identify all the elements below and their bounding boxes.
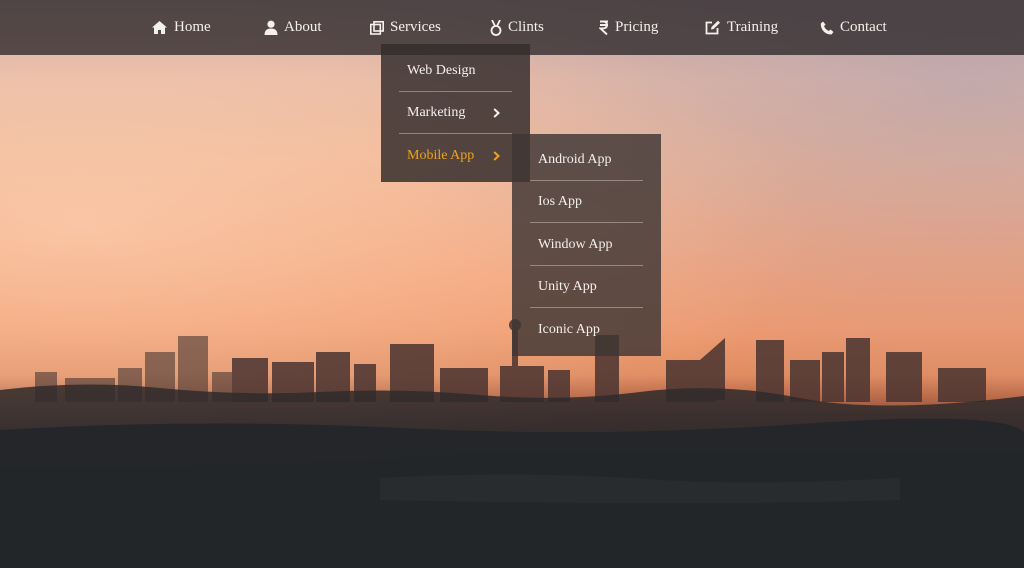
submenu-item-label: Android App [538, 151, 612, 167]
submenu-item-label: Iconic App [538, 322, 600, 337]
nav-label-training: Training [727, 19, 779, 35]
dropdown-item-label: Marketing [407, 104, 466, 120]
home-icon [152, 21, 167, 34]
chevron-right-icon [493, 107, 500, 118]
nav-item-about[interactable]: About [264, 0, 322, 55]
nav-label-about: About [284, 19, 322, 35]
nav-label-services: Services [390, 19, 441, 35]
dropdown-item-marketing[interactable]: Marketing [399, 92, 512, 134]
submenu-item-label: Unity App [538, 278, 597, 294]
submenu-item-label: Ios App [538, 193, 582, 209]
phone-icon [820, 21, 834, 34]
submenu-item-iconic-app[interactable]: Iconic App [530, 309, 643, 351]
chevron-right-icon [493, 151, 500, 161]
nav-label-contact: Contact [840, 19, 887, 35]
services-dropdown: Web Design Marketing Mobile App [381, 44, 530, 182]
clone-icon [370, 20, 384, 35]
nav-item-training[interactable]: Training [705, 0, 778, 55]
dropdown-item-label: Web Design [407, 62, 476, 78]
nav-item-pricing[interactable]: Pricing [599, 0, 658, 55]
dropdown-item-mobile-app[interactable]: Mobile App [399, 135, 512, 177]
nav-label-pricing: Pricing [615, 19, 659, 35]
rupee-icon [599, 20, 608, 35]
user-icon [264, 20, 278, 35]
submenu-item-window-app[interactable]: Window App [530, 224, 643, 266]
mobile-app-submenu: Android App Ios App Window App Unity App… [512, 134, 661, 356]
submenu-item-label: Window App [538, 236, 613, 252]
nav-item-home[interactable]: Home [151, 0, 211, 55]
submenu-item-ios-app[interactable]: Ios App [530, 181, 643, 223]
nav-item-contact[interactable]: Contact [820, 0, 887, 55]
submenu-item-android-app[interactable]: Android App [530, 139, 643, 181]
nav-label-home: Home [174, 19, 211, 35]
edit-icon [705, 20, 720, 35]
dropdown-item-label: Mobile App [407, 148, 475, 163]
medal-icon [490, 19, 502, 36]
nav-label-clints: Clints [508, 19, 544, 35]
submenu-item-unity-app[interactable]: Unity App [530, 266, 643, 308]
dropdown-item-web-design[interactable]: Web Design [399, 50, 512, 92]
